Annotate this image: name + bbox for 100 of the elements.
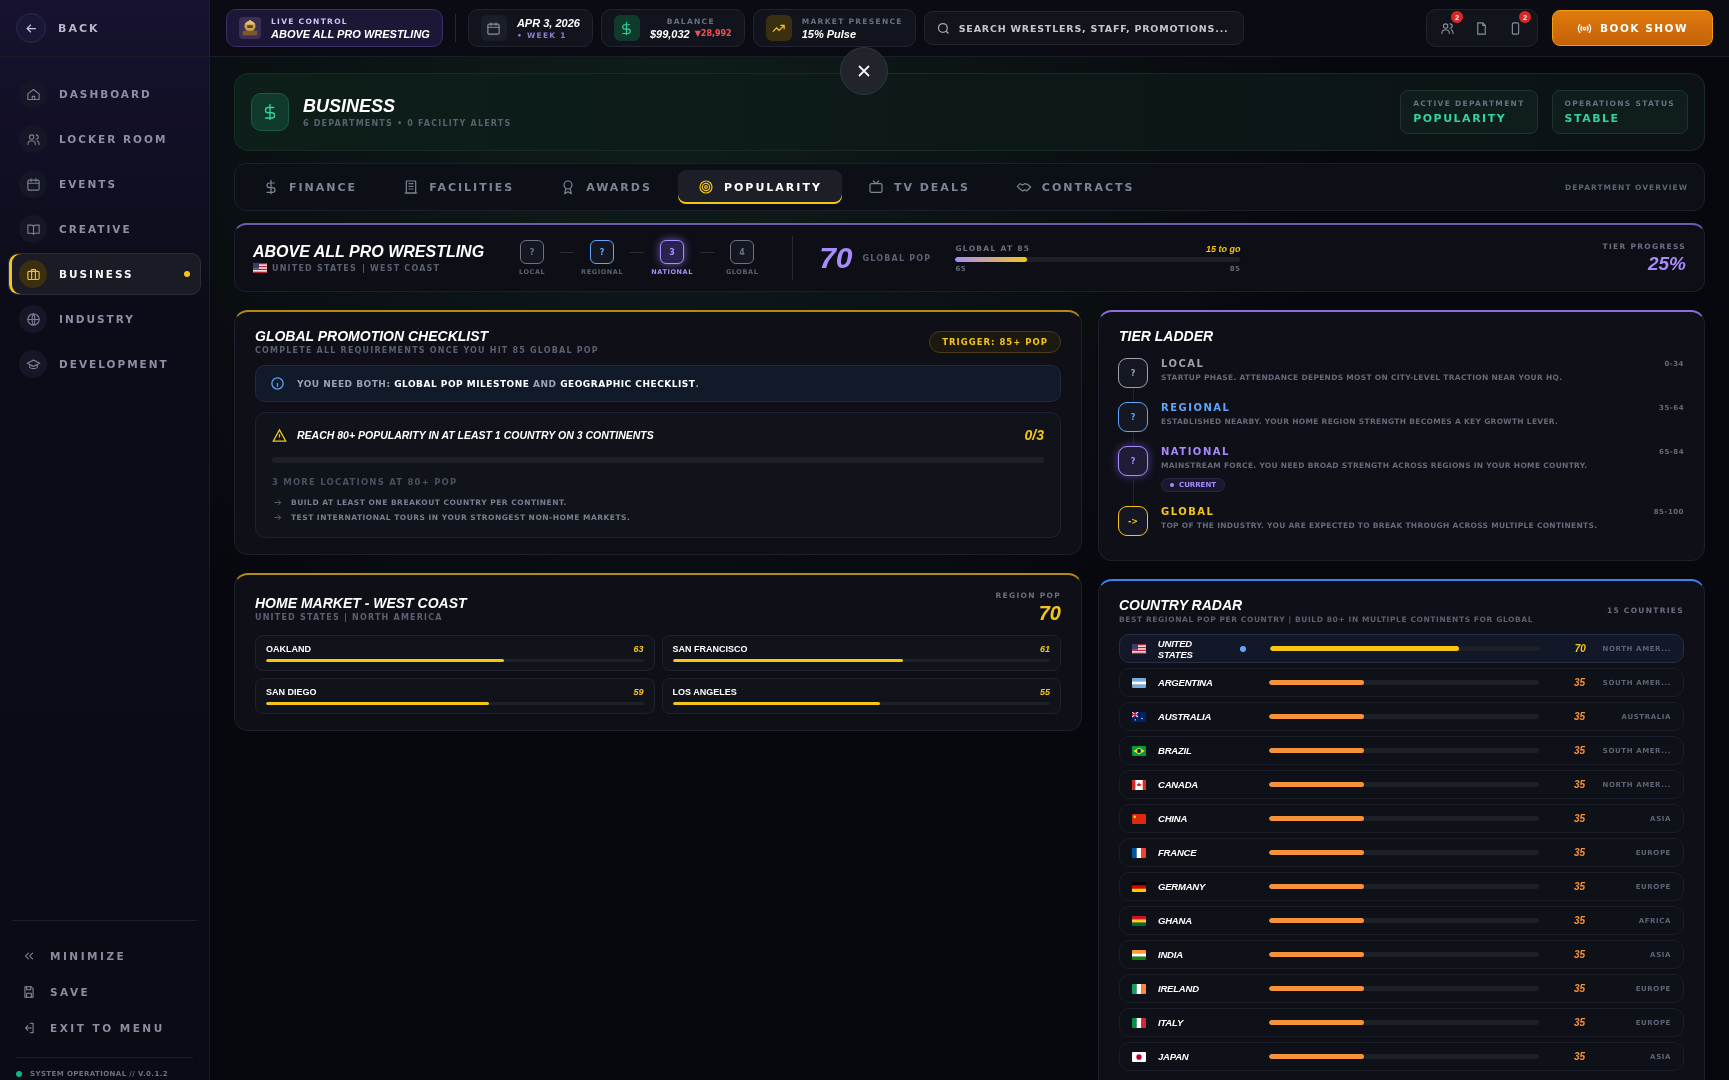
tab[interactable]: FINANCE [243, 170, 378, 204]
country-value: 35 [1572, 779, 1585, 790]
card-title: GLOBAL PROMOTION CHECKLIST [255, 328, 490, 344]
page-subtitle: 6 DEPARTMENTS • 0 FACILITY ALERTS [303, 119, 512, 128]
flag-icon [1132, 745, 1146, 756]
remaining-text: 3 MORE LOCATIONS AT 80+ POP [272, 477, 459, 487]
country-value: 70 [1573, 643, 1586, 654]
country-name: CHINA [1158, 813, 1188, 824]
flag-icon [1132, 1051, 1146, 1062]
tab[interactable]: FACILITIES [383, 170, 535, 204]
balance-value: $99,032 [649, 27, 690, 40]
target-icon [697, 179, 714, 195]
country-value: 35 [1572, 915, 1585, 926]
status-dot [16, 1071, 22, 1077]
country-value: 35 [1572, 711, 1585, 722]
card-title: HOME MARKET - WEST COAST [255, 594, 467, 611]
sidebar-action[interactable]: SAVE [16, 985, 193, 999]
sidebar-item[interactable]: LOCKER ROOM [8, 118, 201, 160]
tier-step: 4 [730, 240, 755, 264]
country-value: 35 [1572, 745, 1585, 756]
global-pop-label: GLOBAL POP [862, 253, 932, 263]
graduation-cap-icon [25, 356, 41, 372]
city-value: 55 [1040, 687, 1050, 697]
tab[interactable]: TV DEALS [847, 170, 990, 204]
tier-marker: ? [1118, 402, 1148, 432]
card-title: COUNTRY RADAR [1119, 597, 1244, 613]
book-show-button[interactable]: BOOK SHOW [1552, 10, 1713, 46]
sidebar-item[interactable]: DEVELOPMENT [8, 343, 201, 385]
country-name: GERMANY [1158, 881, 1206, 892]
calendar-icon [486, 20, 502, 36]
city-name: OAKLAND [266, 644, 311, 654]
requirement-count: 0/3 [1024, 427, 1044, 443]
country-value: 35 [1572, 1051, 1585, 1062]
tier-name: GLOBAL [1161, 506, 1215, 517]
sidebar-action[interactable]: EXIT TO MENU [16, 1021, 193, 1035]
flag-icon [1132, 1017, 1146, 1028]
back-label[interactable]: BACK [58, 21, 100, 35]
back-button[interactable] [16, 13, 46, 43]
sidebar-item[interactable]: BUSINESS [8, 253, 201, 295]
promotion-name: ABOVE ALL PRO WRESTLING [253, 243, 485, 261]
country-name: FRANCE [1158, 847, 1197, 858]
location: UNITED STATES [272, 263, 357, 273]
flag-icon [1132, 779, 1146, 790]
country-name: UNITED STATES [1157, 637, 1194, 660]
country-name: INDIA [1158, 949, 1183, 960]
info-text: YOU NEED BOTH: GLOBAL POP MILESTONE AND GEOGRAPHIC CHECKLIST. [297, 378, 700, 389]
flag-icon [1132, 813, 1146, 824]
dollar-icon [263, 179, 279, 195]
country-name: IRELAND [1158, 983, 1199, 994]
home-icon [25, 86, 41, 102]
active-dot [184, 271, 190, 277]
search-field[interactable]: SEARCH WRESTLERS, STAFF, PROMOTIONS... [923, 11, 1244, 45]
tier-marker: -> [1118, 506, 1148, 536]
country-value: 35 [1572, 881, 1585, 892]
tier-step: ? [520, 240, 545, 264]
save-icon [22, 985, 36, 999]
global-pop-value: 70 [819, 241, 853, 275]
city-name: SAN FRANCISCO [672, 644, 748, 654]
sidebar-item[interactable]: INDUSTRY [8, 298, 201, 340]
trigger-badge: TRIGGER: 85+ POP [929, 330, 1061, 353]
tier-name: NATIONAL [1161, 446, 1230, 457]
users-icon [25, 131, 41, 147]
tab[interactable]: POPULARITY [677, 170, 842, 204]
arrow-icon [272, 512, 283, 523]
region: | WEST COAST [361, 263, 441, 273]
promotion-name: ABOVE ALL PRO WRESTLING [271, 27, 430, 40]
country-name: BRAZIL [1158, 745, 1192, 756]
tab[interactable]: CONTRACTS [995, 170, 1155, 204]
country-name: CANADA [1158, 779, 1198, 790]
tier-name: REGIONAL [1161, 402, 1231, 413]
building-icon [403, 179, 420, 195]
country-value: 35 [1572, 847, 1585, 858]
tab[interactable]: AWARDS [540, 170, 672, 204]
card-subtitle: COMPLETE ALL REQUIREMENTS ONCE YOU HIT 85 GLOBAL POP [255, 346, 599, 355]
home-dot [1240, 645, 1247, 652]
sidebar-action[interactable]: MINIMIZE [16, 949, 193, 963]
sidebar-item[interactable]: EVENTS [8, 163, 201, 205]
warning-icon [272, 427, 287, 443]
city-value: 59 [633, 687, 644, 697]
country-value: 35 [1572, 813, 1585, 824]
book-icon [25, 221, 41, 237]
region-pop-value: 70 [1038, 602, 1061, 625]
flag-icon [1132, 677, 1146, 688]
sidebar-item[interactable]: DASHBOARD [8, 73, 201, 115]
sidebar-item[interactable]: CREATIVE [8, 208, 201, 250]
calendar-icon [25, 176, 41, 192]
city-name: SAN DIEGO [266, 687, 317, 697]
requirement-title: REACH 80+ POPULARITY IN AT LEAST 1 COUNTRY ON 3 CONTINENTS [297, 429, 654, 441]
points-to-go: 15 to go [1205, 243, 1241, 254]
country-name: ARGENTINA [1158, 677, 1213, 688]
tier-marker: ? [1118, 446, 1148, 476]
flag-icon [1132, 915, 1146, 926]
flag-icon [1132, 983, 1146, 994]
flag-icon [253, 263, 267, 273]
pill-value: POPULARITY [1413, 112, 1508, 125]
card-title: TIER LADDER [1119, 328, 1215, 344]
balance-change: ▼28,992 [694, 29, 732, 38]
flag-icon [1132, 643, 1146, 654]
arrow-icon [272, 497, 283, 508]
flag-icon [1132, 949, 1146, 960]
